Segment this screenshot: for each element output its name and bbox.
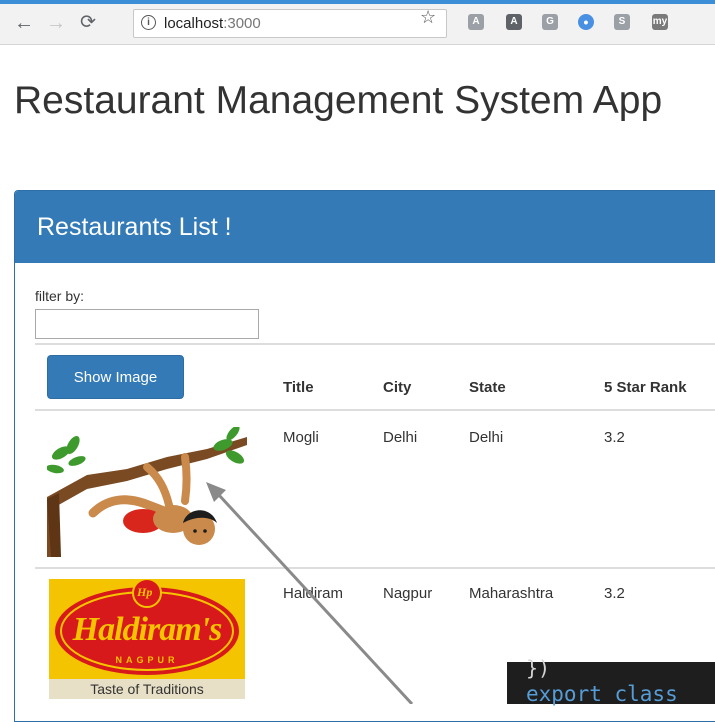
google-ext-icon[interactable]: G bbox=[542, 14, 558, 30]
cell-title: Haldiram bbox=[283, 585, 344, 602]
url-text[interactable]: localhost:3000 bbox=[164, 15, 261, 32]
angular-dark-icon[interactable]: A bbox=[506, 14, 522, 30]
cell-rank: 3.2 bbox=[604, 429, 625, 446]
page-title: Restaurant Management System App bbox=[14, 79, 663, 122]
panel-heading: Restaurants List ! bbox=[15, 191, 715, 263]
reload-icon[interactable]: ⟳ bbox=[80, 13, 96, 33]
restaurants-panel: Restaurants List ! filter by: Show Image… bbox=[14, 190, 715, 722]
cell-rank: 3.2 bbox=[604, 585, 625, 602]
code-editor-overlay: }) export class bbox=[507, 656, 715, 706]
skype-ext-icon[interactable]: S bbox=[614, 14, 630, 30]
column-header-title[interactable]: Title bbox=[283, 379, 314, 396]
mowgli-cartoon-image bbox=[47, 427, 247, 557]
haldirams-logo-image: Hp Haldiram's NAGPUR Taste of Traditions bbox=[49, 579, 245, 699]
column-header-city[interactable]: City bbox=[383, 379, 411, 396]
table-divider bbox=[35, 343, 715, 345]
filter-label: filter by: bbox=[35, 288, 85, 304]
code-line: export class bbox=[526, 682, 678, 706]
logo-brand: Haldiram's bbox=[72, 611, 223, 648]
table-divider bbox=[35, 409, 715, 411]
logo-badge: Hp bbox=[137, 585, 153, 599]
show-image-button[interactable]: Show Image bbox=[47, 355, 184, 399]
cell-city: Nagpur bbox=[383, 585, 433, 602]
back-arrow-icon[interactable]: ← bbox=[14, 13, 34, 33]
cell-state: Maharashtra bbox=[469, 585, 554, 602]
cell-state: Delhi bbox=[469, 429, 504, 446]
address-bar[interactable]: i localhost:3000 bbox=[133, 9, 447, 38]
browser-toolbar: ← → ⟳ i localhost:3000 ☆ A A G • Smy bbox=[0, 4, 715, 45]
bookmark-star-icon[interactable]: ☆ bbox=[420, 7, 436, 28]
column-header-state[interactable]: State bbox=[469, 379, 506, 396]
logo-city: NAGPUR bbox=[115, 655, 179, 665]
column-header-rank[interactable]: 5 Star Rank bbox=[604, 379, 687, 396]
filter-input[interactable] bbox=[35, 309, 259, 339]
code-prev-line: }) bbox=[526, 656, 551, 680]
cell-city: Delhi bbox=[383, 429, 418, 446]
forward-arrow-icon[interactable]: → bbox=[46, 13, 66, 33]
table-divider bbox=[35, 567, 715, 569]
record-ext-icon[interactable]: • bbox=[578, 14, 594, 30]
my-ext-icon[interactable]: my bbox=[652, 14, 668, 30]
angular-grey-icon[interactable]: A bbox=[468, 14, 484, 30]
panel-title: Restaurants List ! bbox=[37, 213, 232, 241]
cell-title: Mogli bbox=[283, 429, 319, 446]
site-info-icon[interactable]: i bbox=[141, 15, 156, 30]
logo-tagline: Taste of Traditions bbox=[90, 681, 204, 697]
